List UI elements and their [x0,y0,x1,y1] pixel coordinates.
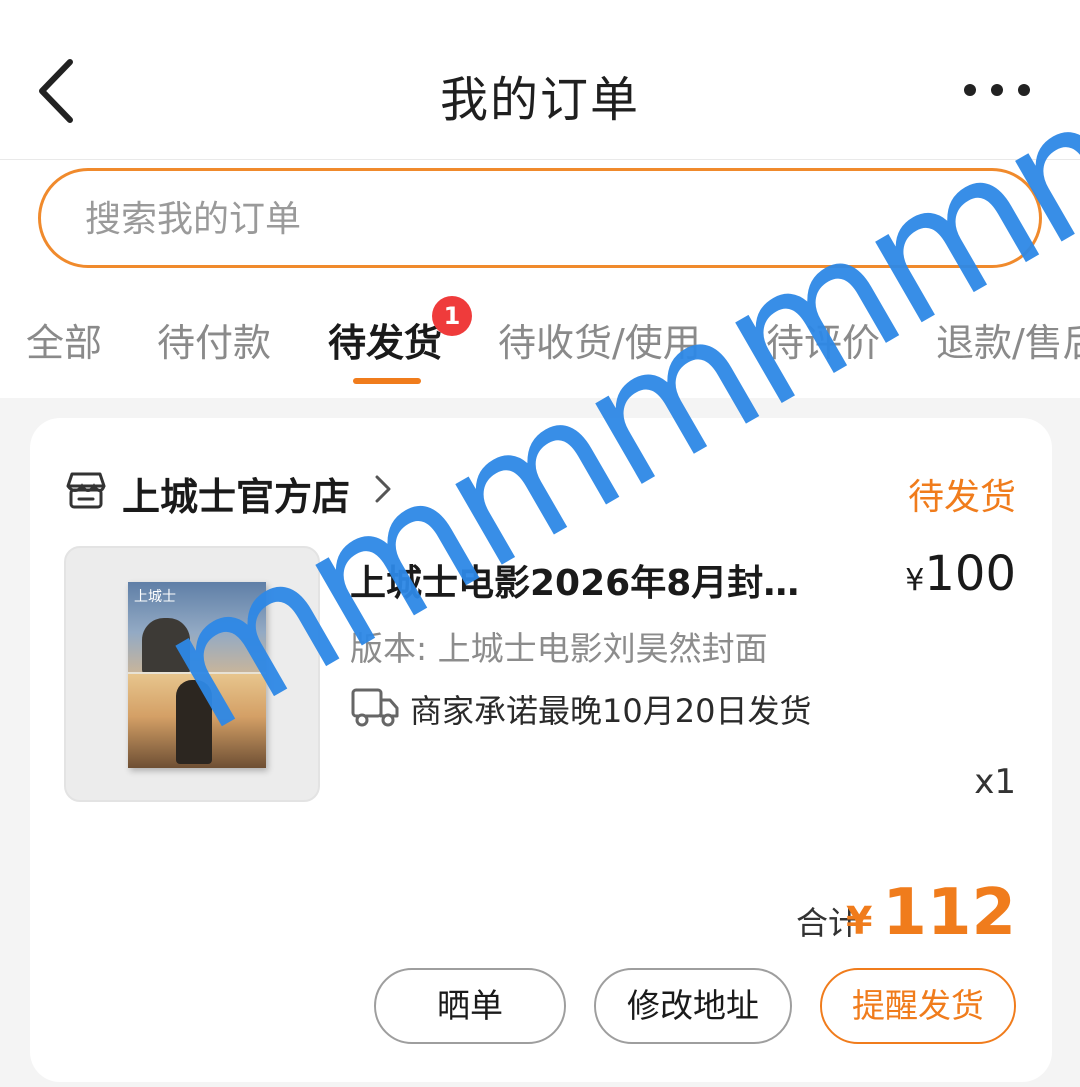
product-price: ¥100 [905,546,1016,602]
store-icon [66,472,106,509]
quantity: x1 [974,762,1016,802]
order-status: 待发货 [907,477,1016,518]
tab-pending-shipment[interactable]: 待发货 [328,312,442,367]
tab-badge: 1 [432,296,472,336]
remind-shipment-button[interactable]: 提醒发货 [820,968,1016,1044]
top-bar: 我的订单 [0,0,1080,160]
tab-pending-payment[interactable]: 待付款 [157,312,271,367]
order-tabs: 全部 待付款 待发货 待收货/使用 待评价 退款/售后 [0,290,1080,398]
product-title[interactable]: 上城士电影2026年8月封… [350,554,800,606]
active-tab-indicator [353,378,421,384]
show-order-button[interactable]: 晒单 [374,968,566,1044]
magazine-cover-image: 上城士 [128,582,266,768]
page-title: 我的订单 [439,72,640,128]
more-options-icon[interactable] [962,80,1032,100]
tab-pending-review[interactable]: 待评价 [766,312,880,367]
store-name[interactable]: 上城士官方店 [122,466,350,521]
edit-address-button[interactable]: 修改地址 [594,968,792,1044]
magazine-title: 上城士 [134,589,176,605]
delivery-truck-icon [351,688,399,727]
tab-refund[interactable]: 退款/售后 [936,312,1080,367]
search-box[interactable] [38,168,1042,268]
product-thumbnail[interactable]: 上城士 [64,546,320,802]
shipping-promise: 商家承诺最晚10月20日发货 [410,692,812,730]
total-amount: ¥112 [845,876,1016,950]
product-variant: 版本: 上城士电影刘昊然封面 [350,629,768,668]
order-card[interactable]: 上城士官方店 待发货 上城士 上城士电影2026年8月封… ¥100 版本: 上… [30,418,1052,1082]
tab-pending-receipt[interactable]: 待收货/使用 [498,312,701,367]
search-area [0,160,1080,290]
chevron-right-icon[interactable] [374,474,392,504]
tab-all[interactable]: 全部 [26,312,102,367]
search-input[interactable] [85,189,985,249]
